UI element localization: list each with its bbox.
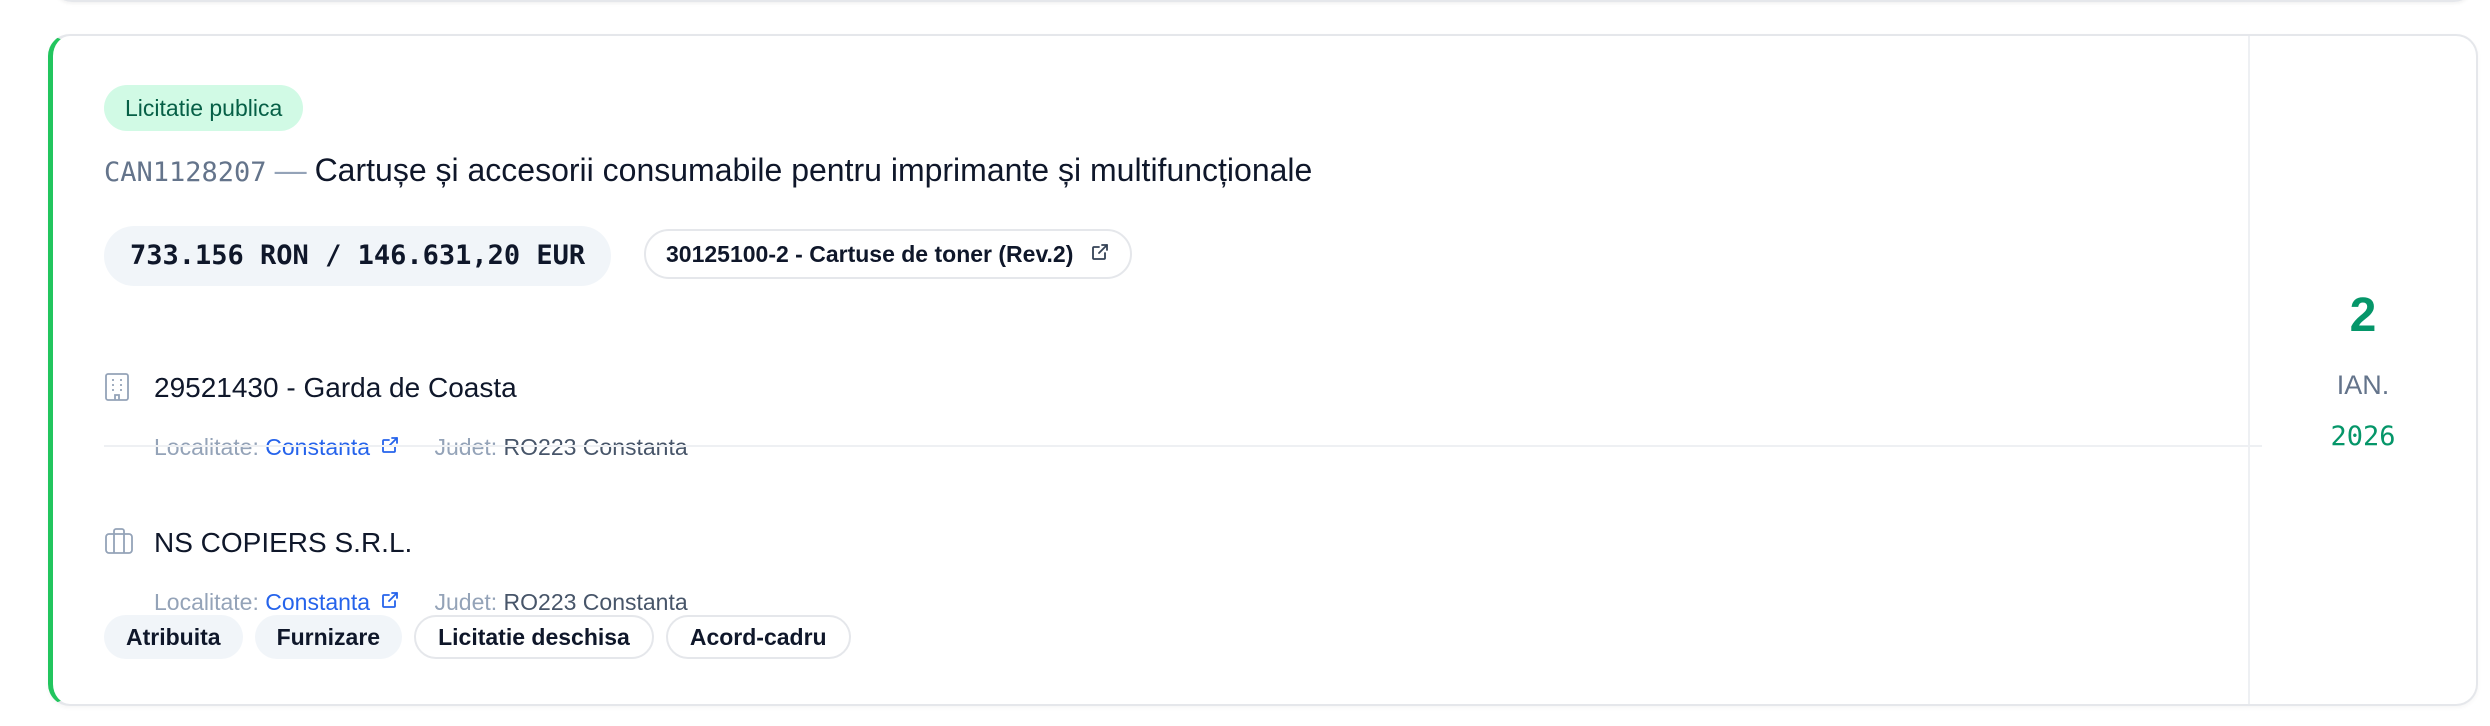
date-panel: 2 IAN. 2026 <box>2248 36 2476 704</box>
tender-title-row[interactable]: CAN1128207— Cartușe și accesorii consumab… <box>104 150 1312 193</box>
authority-location: Localitate: Constanta Judet: RO223 Const… <box>154 432 688 462</box>
external-link-icon <box>1090 231 1110 277</box>
briefcase-icon <box>104 527 134 564</box>
locality-label: Localitate: <box>154 589 259 615</box>
tag-procedure[interactable]: Licitatie deschisa <box>414 615 654 659</box>
tender-id: CAN1128207 <box>104 157 267 188</box>
tag-contract-type[interactable]: Furnizare <box>254 615 403 659</box>
cpv-code-link[interactable]: 30125100-2 - Cartuse de toner (Rev.2) <box>644 229 1132 279</box>
procedure-type-badge: Licitatie publica <box>104 85 304 131</box>
tag-list: Atribuita Furnizare Licitatie deschisa Acor… <box>104 615 863 659</box>
county-label: Judet: <box>434 434 498 460</box>
locality-label: Localitate: <box>154 434 259 460</box>
county-label: Judet: <box>434 589 498 615</box>
date-month: IAN. <box>2336 370 2390 400</box>
contract-value: 733.156 RON / 146.631,20 EUR <box>104 226 612 286</box>
date-year: 2026 <box>2330 421 2396 452</box>
title-separator: — <box>274 152 307 188</box>
tender-title[interactable]: Cartușe și accesorii consumabile pentru … <box>315 152 1313 188</box>
section-divider <box>104 445 2262 447</box>
authority-county: RO223 Constanta <box>503 434 688 460</box>
tag-framework[interactable]: Acord-cadru <box>665 615 851 659</box>
authority-name[interactable]: 29521430 - Garda de Coasta <box>154 370 517 406</box>
supplier-name[interactable]: NS COPIERS S.R.L. <box>154 525 412 561</box>
supplier-locality-link[interactable]: Constanta <box>265 589 370 615</box>
supplier-location: Localitate: Constanta Judet: RO223 Const… <box>154 587 688 617</box>
cpv-code-label: 30125100-2 - Cartuse de toner (Rev.2) <box>666 241 1074 267</box>
authority-locality-link[interactable]: Constanta <box>265 434 370 460</box>
date-day: 2 <box>2349 289 2377 342</box>
previous-card-edge <box>52 0 2474 2</box>
external-link-icon[interactable] <box>380 587 400 617</box>
building-icon <box>104 372 130 411</box>
tender-card-main: Licitatie publica CAN1128207— Cartușe și … <box>104 36 2262 704</box>
supplier-county: RO223 Constanta <box>503 589 688 615</box>
tender-card[interactable]: Licitatie publica CAN1128207— Cartușe și … <box>48 34 2478 706</box>
tag-status[interactable]: Atribuita <box>104 615 243 659</box>
